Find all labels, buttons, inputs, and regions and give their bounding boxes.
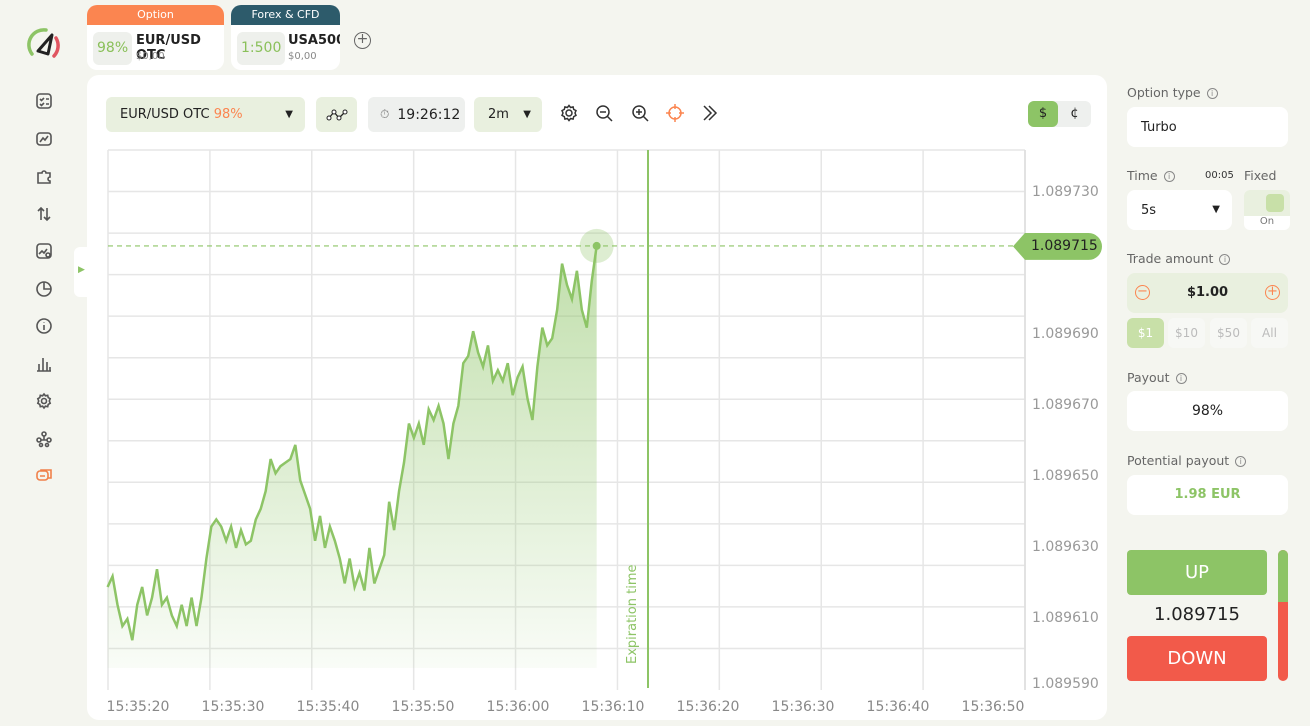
- info-icon[interactable]: i: [1175, 373, 1187, 384]
- x-tick-label: 15:36:10: [581, 699, 645, 715]
- x-tick-label: 15:35:30: [201, 699, 265, 715]
- y-tick-label: 1.089650: [1032, 467, 1099, 484]
- x-tick-label: 15:36:50: [961, 699, 1025, 715]
- time-value: 5s: [1141, 203, 1157, 218]
- label-text: Trade amount: [1127, 251, 1214, 266]
- fixed-state: On: [1259, 216, 1275, 227]
- potential-payout-label: Potential payout i: [1127, 453, 1247, 468]
- x-tick-label: 15:36:30: [771, 699, 835, 715]
- quick-amount-10[interactable]: $10: [1168, 318, 1205, 348]
- x-tick-label: 15:36:40: [866, 699, 930, 715]
- down-button[interactable]: DOWN: [1127, 636, 1267, 681]
- time-countdown: 00:05: [1205, 170, 1234, 181]
- y-tick-label: 1.089690: [1032, 325, 1099, 342]
- sentiment-up-fill: [1278, 550, 1288, 603]
- info-icon[interactable]: i: [1235, 456, 1247, 467]
- plus-circle-icon[interactable]: +: [1265, 285, 1280, 300]
- quick-amount-50[interactable]: $50: [1210, 318, 1247, 348]
- current-price: 1.089715: [1154, 604, 1240, 625]
- x-tick-label: 15:35:20: [106, 699, 170, 715]
- sentiment-bar: [1278, 550, 1288, 681]
- quick-amount-1[interactable]: $1: [1127, 318, 1164, 348]
- y-tick-label: 1.089610: [1032, 609, 1099, 626]
- price-chart[interactable]: [0, 0, 1310, 726]
- info-icon[interactable]: i: [1206, 88, 1218, 99]
- trade-amount-value: $1.00: [1186, 285, 1229, 300]
- trade-amount-label: Trade amount i: [1127, 251, 1231, 266]
- label-text: Payout: [1127, 370, 1170, 385]
- info-icon[interactable]: i: [1219, 254, 1231, 265]
- x-tick-label: 15:35:40: [296, 699, 360, 715]
- caret-down-icon: ▼: [1212, 204, 1220, 215]
- time-select[interactable]: 5s ▼: [1127, 190, 1232, 230]
- current-price-tag: 1.089715: [1013, 232, 1102, 260]
- fixed-toggle[interactable]: On: [1244, 190, 1290, 230]
- time-label: Time i: [1127, 168, 1175, 183]
- option-type-value: Turbo: [1141, 120, 1177, 135]
- option-type-label: Option type i: [1127, 85, 1218, 100]
- up-button[interactable]: UP: [1127, 550, 1267, 595]
- option-type-select[interactable]: Turbo: [1127, 107, 1288, 147]
- x-tick-label: 15:36:00: [486, 699, 550, 715]
- potential-payout-value: 1.98 EUR: [1127, 475, 1288, 515]
- current-price-dot: [592, 241, 601, 250]
- x-tick-label: 15:35:50: [391, 699, 455, 715]
- expiration-label: Expiration time: [625, 564, 640, 665]
- x-tick-label: 15:36:20: [676, 699, 740, 715]
- y-tick-label: 1.089630: [1032, 538, 1099, 555]
- info-icon[interactable]: i: [1163, 171, 1175, 182]
- label-text: Option type: [1127, 85, 1201, 100]
- y-tick-label: 1.089670: [1032, 396, 1099, 413]
- toggle-knob: [1266, 194, 1284, 212]
- payout-value: 98%: [1127, 391, 1288, 431]
- y-tick-label: 1.089730: [1032, 183, 1099, 200]
- quick-amount-all[interactable]: All: [1251, 318, 1288, 348]
- minus-circle-icon[interactable]: −: [1135, 285, 1150, 300]
- fixed-label: Fixed: [1244, 168, 1277, 183]
- payout-label: Payout i: [1127, 370, 1187, 385]
- y-tick-label: 1.089590: [1032, 676, 1099, 692]
- trade-amount-input[interactable]: − $1.00 +: [1127, 273, 1288, 313]
- label-text: Potential payout: [1127, 453, 1230, 468]
- label-text: Time: [1127, 168, 1158, 183]
